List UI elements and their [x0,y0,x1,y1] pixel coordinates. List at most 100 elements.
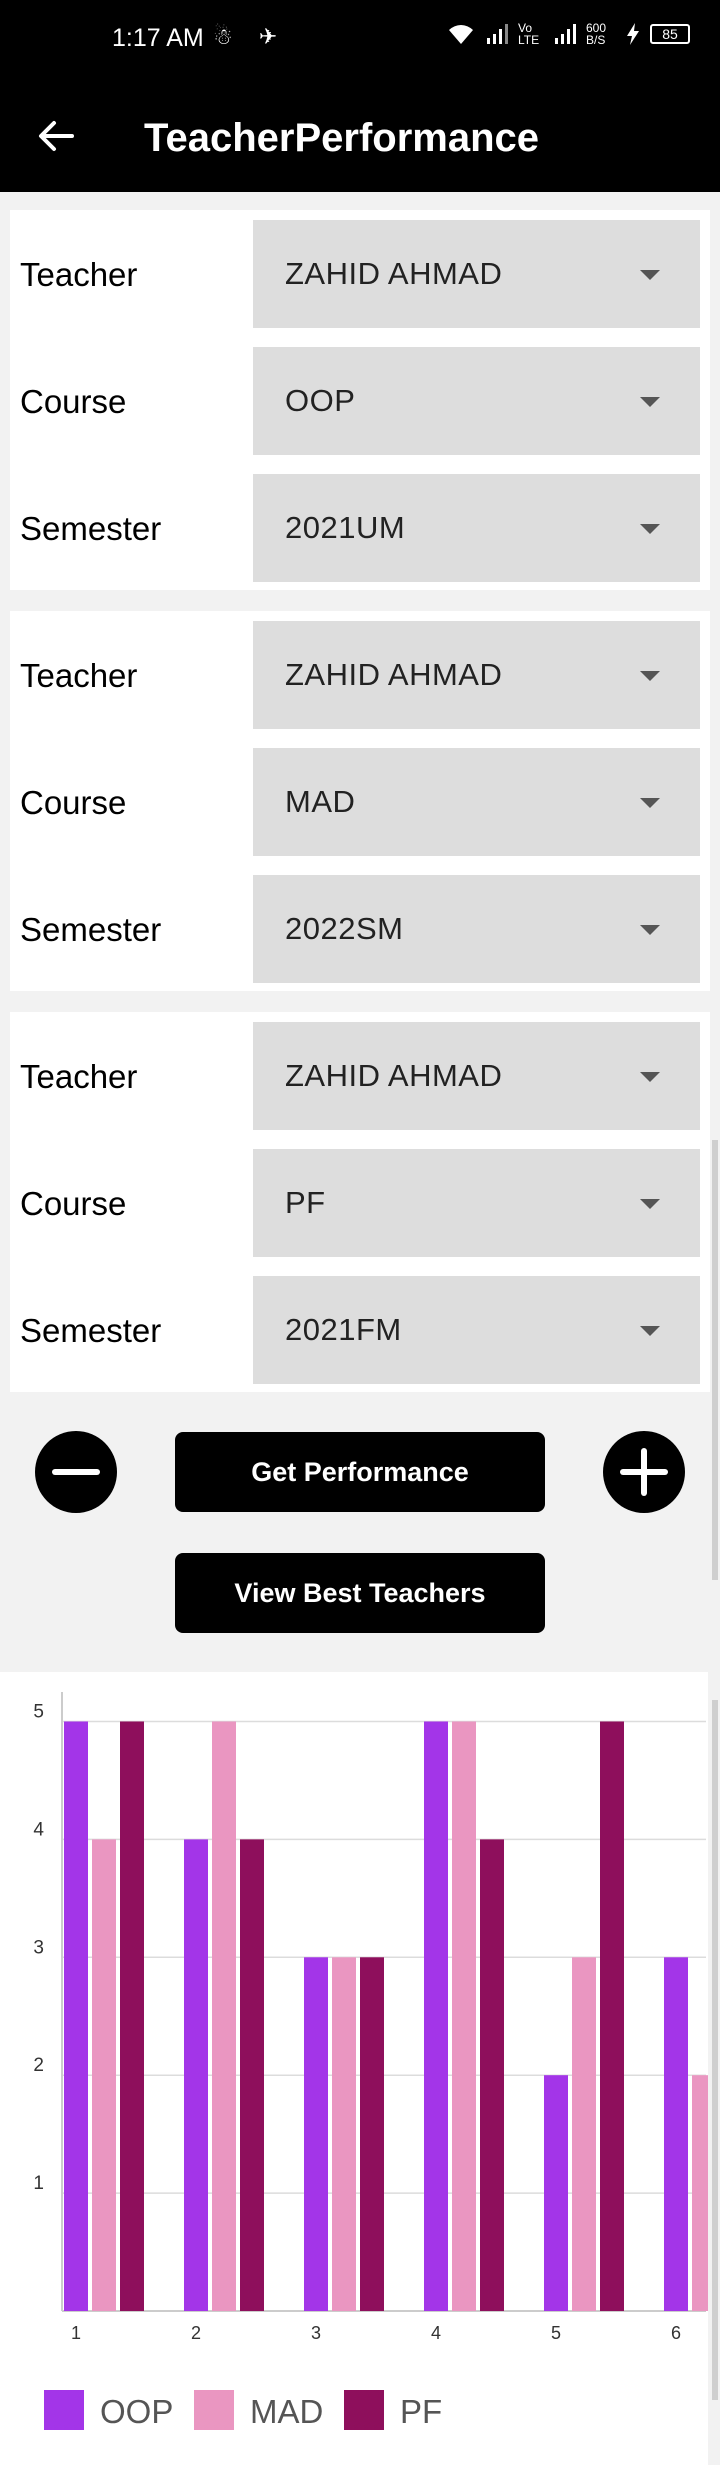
course-row: Course MAD [10,748,710,856]
bar-mad-3 [332,1957,356,2311]
semester-row: Semester 2021UM [10,474,710,582]
get-performance-button[interactable]: Get Performance [175,1432,545,1512]
chevron-down-icon [640,925,660,935]
course-label: Course [20,1185,127,1222]
bar-mad-4 [452,1721,476,2311]
legend-swatch-mad [194,2390,234,2430]
add-card-button[interactable] [603,1431,685,1513]
course-row: Course OOP [10,347,710,455]
y-tick-label: 1 [33,2173,44,2194]
legend-label-oop: OOP [100,2393,173,2430]
network-type: Vo LTE [518,21,540,47]
course-value: OOP [285,383,356,418]
status-time: 1:17 AM [112,24,204,52]
chevron-down-icon [640,1326,660,1336]
performance-chart-panel: 1 2 3 4 5 1 2 3 4 5 6 OOP MAD PF [0,1672,708,2465]
bar-oop-5 [544,2075,568,2311]
semester-dropdown[interactable]: 2021UM [253,474,700,582]
course-dropdown[interactable]: PF [253,1149,700,1257]
arrow-left-icon[interactable] [30,110,82,162]
x-tick-label: 3 [311,2323,321,2343]
bar-mad-1 [92,1839,116,2311]
page-title: TeacherPerformance [144,116,539,160]
minus-circle-icon [52,1469,100,1475]
remove-card-button[interactable] [35,1431,117,1513]
legend-swatch-oop [44,2390,84,2430]
teacher-label: Teacher [20,256,138,293]
legend-label-pf: PF [400,2393,442,2430]
x-tick-label: 2 [191,2323,201,2343]
charging-icon [627,23,639,45]
teacher-dropdown[interactable]: ZAHID AHMAD [253,1022,700,1130]
selection-card-3: Teacher ZAHID AHMAD Course PF Semester 2… [10,1012,710,1392]
chevron-down-icon [640,1072,660,1082]
y-tick-label: 3 [33,1937,44,1958]
battery-level: 85 [650,24,690,44]
selection-card-1: Teacher ZAHID AHMAD Course OOP Semester … [10,210,710,590]
status-right: Vo LTE 600 B/S 85 [446,22,690,46]
semester-value: 2021UM [285,510,406,545]
legend-label-mad: MAD [250,2393,323,2430]
bar-pf-3 [360,1957,384,2311]
bar-mad-5 [572,1957,596,2311]
teacher-value: ZAHID AHMAD [285,1058,503,1093]
y-tick-label: 5 [33,1701,44,1722]
chevron-down-icon [640,397,660,407]
course-value: MAD [285,784,356,819]
bar-oop-6 [664,1957,688,2311]
bar-oop-3 [304,1957,328,2311]
y-tick-label: 4 [33,1819,44,1840]
course-value: PF [285,1185,326,1220]
course-label: Course [20,784,127,821]
bar-pf-2 [240,1839,264,2311]
semester-dropdown[interactable]: 2021FM [253,1276,700,1384]
x-tick-label: 5 [551,2323,561,2343]
teacher-row: Teacher ZAHID AHMAD [10,621,710,729]
course-dropdown[interactable]: MAD [253,748,700,856]
teacher-row: Teacher ZAHID AHMAD [10,1022,710,1130]
chart-scrollbar[interactable] [712,1700,718,2400]
signal-icon-2 [555,24,576,44]
semester-row: Semester 2022SM [10,875,710,983]
bar-oop-2 [184,1839,208,2311]
view-best-teachers-button[interactable]: View Best Teachers [175,1553,545,1633]
bar-oop-4 [424,1721,448,2311]
teacher-value: ZAHID AHMAD [285,657,503,692]
teacher-label: Teacher [20,1058,138,1095]
signal-icon [487,24,508,44]
chevron-down-icon [640,270,660,280]
chevron-down-icon [640,1199,660,1209]
x-tick-label: 6 [671,2323,681,2343]
y-tick-label: 2 [33,2055,44,2076]
course-row: Course PF [10,1149,710,1257]
semester-row: Semester 2021FM [10,1276,710,1384]
legend-swatch-pf [344,2390,384,2430]
semester-label: Semester [20,1312,162,1349]
scrollbar[interactable] [712,1140,718,1580]
course-dropdown[interactable]: OOP [253,347,700,455]
bar-mad-2 [212,1721,236,2311]
semester-label: Semester [20,911,162,948]
teacher-value: ZAHID AHMAD [285,256,503,291]
performance-bar-chart: 1 2 3 4 5 1 2 3 4 5 6 OOP MAD PF [33,1692,708,2430]
teacher-dropdown[interactable]: ZAHID AHMAD [253,220,700,328]
teacher-dropdown[interactable]: ZAHID AHMAD [253,621,700,729]
status-bar: 1:17 AM ☃ ✈ Vo LTE 600 B/S 85 [0,0,720,80]
x-tick-label: 1 [71,2323,81,2343]
selection-card-2: Teacher ZAHID AHMAD Course MAD Semester … [10,611,710,991]
plus-circle-icon [620,1448,668,1496]
chevron-down-icon [640,671,660,681]
wifi-icon [449,25,473,44]
bar-pf-5 [600,1721,624,2311]
semester-value: 2022SM [285,911,404,946]
semester-dropdown[interactable]: 2022SM [253,875,700,983]
chevron-down-icon [640,798,660,808]
bar-oop-1 [64,1721,88,2311]
semester-label: Semester [20,510,162,547]
app-bar: TeacherPerformance [0,80,720,192]
x-tick-label: 4 [431,2323,441,2343]
teacher-label: Teacher [20,657,138,694]
teacher-row: Teacher ZAHID AHMAD [10,220,710,328]
chevron-down-icon [640,524,660,534]
semester-value: 2021FM [285,1312,402,1347]
